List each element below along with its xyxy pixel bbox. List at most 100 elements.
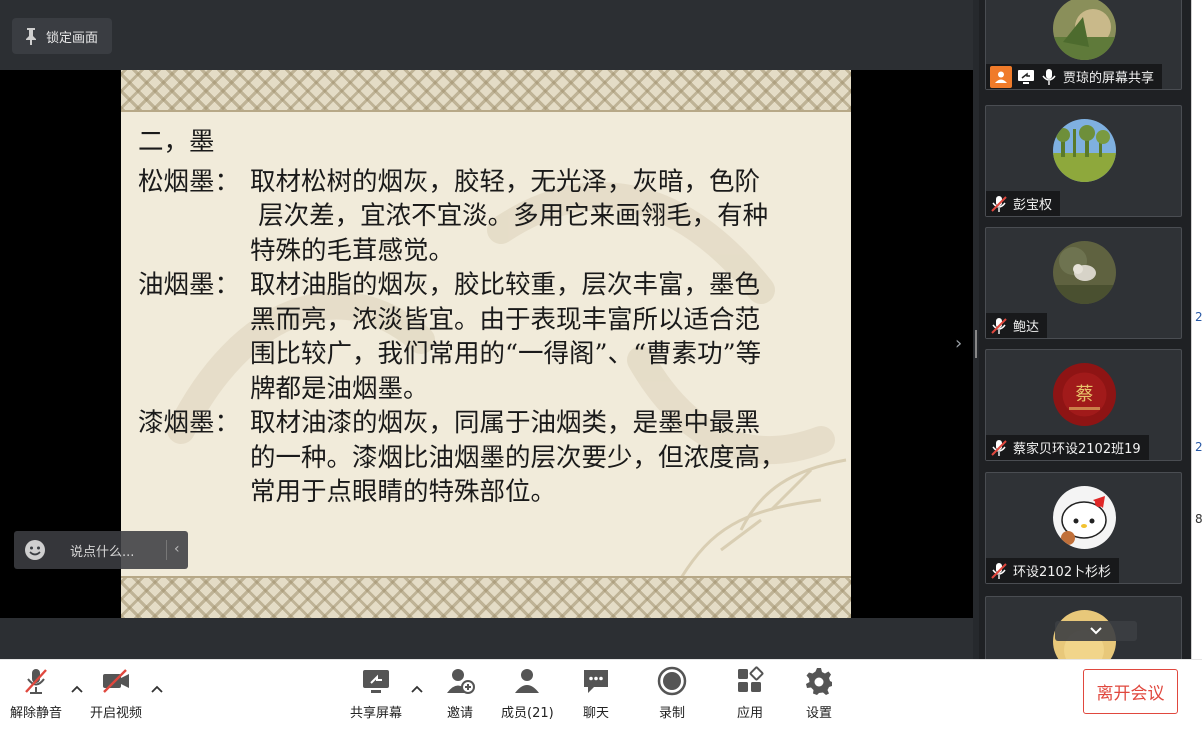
participant-name-tag: 蔡家贝环设2102班19	[986, 435, 1149, 460]
text-line: 牌都是油烟墨。	[250, 373, 429, 404]
microphone-icon	[1042, 68, 1056, 85]
microphone-muted-icon	[991, 562, 1007, 579]
microphone-muted-icon	[991, 439, 1007, 456]
unmute-label: 解除静音	[10, 706, 63, 721]
gear-icon	[806, 668, 832, 695]
host-icon	[990, 65, 1012, 88]
leave-meeting-button[interactable]: 离开会议	[1083, 669, 1178, 714]
meeting-window: 锁定画面 二，墨 松烟墨： 取材松树的烟灰，胶轻，无光泽，灰暗，色阶 层次差，宜…	[0, 0, 1202, 729]
participant-tile[interactable]: 彭宝权	[985, 105, 1182, 217]
stage-topbar: 锁定画面	[0, 0, 973, 70]
edge-glyph: 2	[1195, 310, 1202, 324]
paragraph-lacquer-soot-ink: 漆烟墨： 取材油漆的烟灰，同属于油烟类，是墨中最黑 的一种。漆烟比油烟墨的层次要…	[138, 406, 851, 510]
participant-name-tag: 鲍达	[986, 313, 1048, 338]
text-line: 的一种。漆烟比油烟墨的层次要少，但浓度高，	[250, 442, 786, 473]
slide-text-block: 二，墨 松烟墨： 取材松树的烟灰，胶轻，无光泽，灰暗，色阶 层次差，宜浓不宜淡。…	[138, 125, 851, 510]
meeting-toolbar: 解除静音 开启视频 共享屏幕 邀请 成员(21) 聊天 录制 应用 设置 离开会…	[0, 659, 1202, 729]
text-line: 取材油漆的烟灰，同属于油烟类，是墨中最黑	[250, 408, 761, 438]
scroll-down-button[interactable]	[1055, 621, 1137, 641]
term-label: 油烟墨：	[138, 270, 241, 300]
chevron-up-icon[interactable]	[410, 682, 424, 696]
participant-panel: 贾琼的屏幕共享 彭宝权 鲍达 蔡 蔡家贝环设2102班19 环设2102卜杉杉	[979, 0, 1191, 659]
camera-off-icon	[103, 669, 129, 693]
edge-glyph: 8	[1195, 512, 1202, 526]
members-icon	[515, 669, 540, 693]
microphone-muted-icon	[991, 317, 1007, 334]
chat-divider	[166, 540, 167, 560]
chat-icon	[584, 670, 608, 693]
pin-icon	[26, 28, 36, 45]
participant-name: 蔡家贝环设2102班19	[1013, 442, 1141, 457]
start-video-button[interactable]: 开启视频	[90, 666, 142, 721]
background-window-edge: 2 2 8	[1191, 0, 1202, 659]
chevron-down-icon	[1090, 627, 1102, 635]
participant-name: 彭宝权	[1013, 198, 1053, 213]
main-stage: 锁定画面 二，墨 松烟墨： 取材松树的烟灰，胶轻，无光泽，灰暗，色阶 层次差，宜…	[0, 0, 973, 659]
presentation-slide: 二，墨 松烟墨： 取材松树的烟灰，胶轻，无光泽，灰暗，色阶 层次差，宜浓不宜淡。…	[121, 70, 851, 618]
add-user-icon	[447, 669, 475, 694]
participant-tile[interactable]: 贾琼的屏幕共享	[985, 0, 1182, 90]
participant-name-tag: 贾琼的屏幕共享	[986, 64, 1163, 89]
slide-heading: 二，墨	[138, 127, 215, 157]
apps-icon	[738, 666, 764, 692]
paragraph-oil-soot-ink: 油烟墨： 取材油脂的烟灰，胶比较重，层次丰富，墨色 黑而亮，浓淡皆宜。由于表现丰…	[138, 268, 851, 406]
members-label: 成员(21)	[501, 706, 554, 721]
stage-bottom-strip	[0, 618, 973, 659]
record-icon	[657, 666, 687, 696]
record-label: 录制	[658, 706, 685, 721]
microphone-muted-icon	[991, 195, 1007, 212]
lock-view-button[interactable]: 锁定画面	[12, 18, 113, 54]
avatar: 蔡	[1053, 363, 1116, 426]
record-button[interactable]: 录制	[657, 666, 687, 721]
invite-button[interactable]: 邀请	[445, 666, 475, 721]
share-screen-button[interactable]: 共享屏幕	[350, 666, 402, 721]
unmute-button[interactable]: 解除静音	[10, 666, 62, 721]
participant-tile[interactable]: 蔡 蔡家贝环设2102班19	[985, 349, 1182, 461]
splitter-grip	[975, 330, 977, 358]
text-line: 取材松树的烟灰，胶轻，无光泽，灰暗，色阶	[250, 166, 761, 197]
members-button[interactable]: 成员(21)	[501, 666, 554, 721]
participant-tile[interactable]: 鲍达	[985, 227, 1182, 339]
participant-name-tag: 环设2102卜杉杉	[986, 558, 1120, 583]
paragraph-pine-soot-ink: 松烟墨： 取材松树的烟灰，胶轻，无光泽，灰暗，色阶 层次差，宜浓不宜淡。多用它来…	[138, 165, 851, 269]
chat-placeholder: 说点什么...	[70, 544, 135, 560]
microphone-muted-icon	[25, 669, 47, 694]
text-line: 围比较广，我们常用的“一得阁”、“曹素功”等	[250, 339, 762, 369]
text-line: 黑而亮，浓淡皆宜。由于表现丰富所以适合范	[250, 304, 761, 335]
text-line: 特殊的毛茸感觉。	[250, 235, 455, 266]
slide-top-border	[121, 70, 851, 110]
apps-label: 应用	[736, 706, 763, 721]
emoji-icon[interactable]	[24, 539, 46, 561]
screen-share-icon	[363, 670, 389, 693]
chat-label: 聊天	[582, 706, 609, 721]
participant-name: 鲍达	[1013, 320, 1040, 335]
settings-button[interactable]: 设置	[804, 666, 834, 721]
text-line: 层次差，宜浓不宜淡。多用它来画翎毛，有种	[250, 201, 769, 231]
chat-button[interactable]: 聊天	[581, 666, 611, 721]
screen-share-icon	[1018, 69, 1034, 84]
settings-label: 设置	[805, 706, 832, 721]
participant-name: 贾琼的屏幕共享	[1063, 71, 1155, 86]
term-label: 漆烟墨：	[138, 408, 241, 438]
slide-bottom-border	[121, 578, 851, 618]
chevron-up-icon[interactable]	[70, 682, 84, 696]
avatar	[1053, 241, 1116, 304]
svg-text:蔡: 蔡	[1076, 384, 1094, 405]
chevron-up-icon[interactable]	[150, 682, 164, 696]
chevron-left-icon[interactable]: ‹	[174, 541, 180, 557]
participant-name: 环设2102卜杉杉	[1013, 565, 1112, 580]
invite-label: 邀请	[446, 706, 473, 721]
chat-input[interactable]: 说点什么... ‹	[14, 531, 188, 569]
participant-name-tag: 彭宝权	[986, 191, 1061, 216]
share-screen-label: 共享屏幕	[350, 706, 403, 721]
participant-tile[interactable]: 环设2102卜杉杉	[985, 472, 1182, 584]
participant-tile[interactable]	[985, 596, 1182, 659]
text-line: 常用于点眼睛的特殊部位。	[250, 477, 557, 507]
chevron-right-icon[interactable]: ›	[955, 333, 971, 357]
avatar	[1053, 486, 1116, 549]
lock-view-label: 锁定画面	[46, 30, 99, 46]
avatar	[1053, 0, 1116, 60]
text-line: 取材油脂的烟灰，胶比较重，层次丰富，墨色	[250, 270, 761, 300]
term-label: 松烟墨：	[138, 166, 241, 197]
apps-button[interactable]: 应用	[735, 666, 765, 721]
